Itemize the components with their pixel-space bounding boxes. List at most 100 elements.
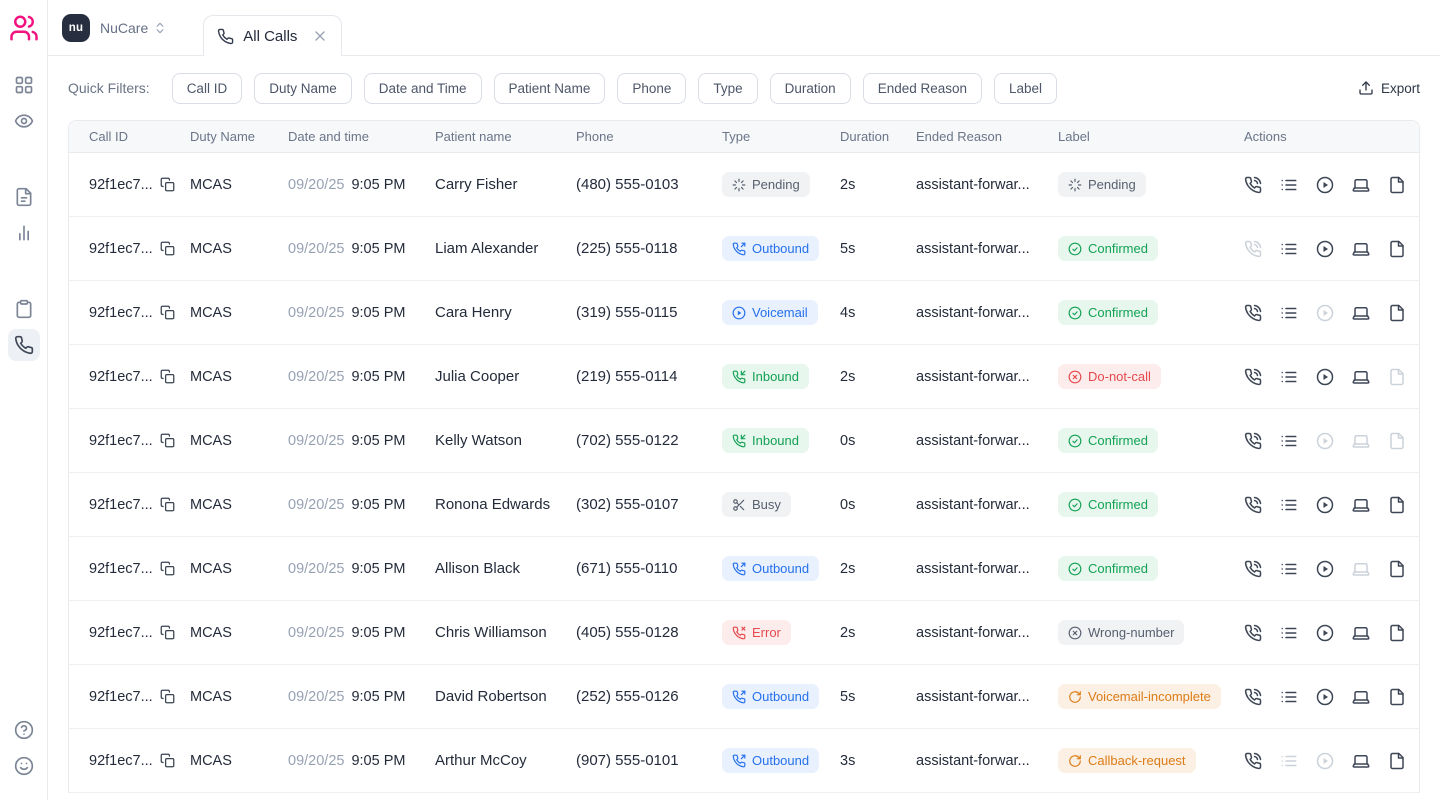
date-value: 09/20/25 <box>288 177 344 193</box>
filter-chip-date-and-time[interactable]: Date and Time <box>364 73 482 104</box>
laptop-action-icon[interactable] <box>1352 624 1370 642</box>
list-action-icon[interactable] <box>1280 176 1298 194</box>
list-action-icon[interactable] <box>1280 688 1298 706</box>
column-header-duration: Duration <box>840 129 916 144</box>
list-action-icon[interactable] <box>1280 432 1298 450</box>
app-logo-icon[interactable] <box>9 13 39 43</box>
file-action-icon[interactable] <box>1388 752 1406 770</box>
upload-icon <box>1358 80 1374 96</box>
file-action-icon[interactable] <box>1388 624 1406 642</box>
sidebar-item-clipboard[interactable] <box>8 293 40 325</box>
filter-chip-phone[interactable]: Phone <box>617 73 686 104</box>
copy-icon[interactable] <box>160 689 175 704</box>
sidebar-item-bar-chart[interactable] <box>8 217 40 249</box>
phone-call-action-icon[interactable] <box>1244 496 1262 514</box>
copy-icon[interactable] <box>160 369 175 384</box>
play-circle-action-icon[interactable] <box>1316 624 1334 642</box>
sidebar-item-file-text[interactable] <box>8 181 40 213</box>
filter-chip-ended-reason[interactable]: Ended Reason <box>863 73 982 104</box>
list-action-icon[interactable] <box>1280 624 1298 642</box>
play-circle-action-icon[interactable] <box>1316 176 1334 194</box>
file-action-icon[interactable] <box>1388 496 1406 514</box>
phone-value: (671) 555-0110 <box>576 560 722 577</box>
list-action-icon[interactable] <box>1280 496 1298 514</box>
laptop-action-icon[interactable] <box>1352 752 1370 770</box>
duty-name-value: MCAS <box>190 305 288 321</box>
ended-reason-value: assistant-forwar... <box>916 625 1058 641</box>
type-badge-outbound: Outbound <box>722 236 819 261</box>
sidebar-item-layout-grid[interactable] <box>8 69 40 101</box>
check-circle-icon <box>1068 242 1082 256</box>
filter-chip-call-id[interactable]: Call ID <box>172 73 243 104</box>
phone-value: (907) 555-0101 <box>576 752 722 769</box>
layout-grid-icon <box>14 75 34 95</box>
copy-icon[interactable] <box>160 433 175 448</box>
file-action-icon[interactable] <box>1388 304 1406 322</box>
filter-chip-duration[interactable]: Duration <box>770 73 851 104</box>
phone-call-action-icon[interactable] <box>1244 176 1262 194</box>
workspace-switcher[interactable]: nu NuCare <box>62 14 167 42</box>
copy-icon[interactable] <box>160 177 175 192</box>
label-badge-pending: Pending <box>1058 172 1146 197</box>
filter-chip-patient-name[interactable]: Patient Name <box>494 73 606 104</box>
copy-icon[interactable] <box>160 305 175 320</box>
phone-call-action-icon[interactable] <box>1244 752 1262 770</box>
laptop-action-icon <box>1352 560 1370 578</box>
patient-name-value: David Robertson <box>435 688 576 705</box>
copy-icon[interactable] <box>160 625 175 640</box>
filter-chip-duty-name[interactable]: Duty Name <box>254 73 352 104</box>
phone-call-action-icon[interactable] <box>1244 304 1262 322</box>
filter-chip-label[interactable]: Label <box>994 73 1057 104</box>
copy-icon[interactable] <box>160 753 175 768</box>
list-action-icon[interactable] <box>1280 304 1298 322</box>
date-value: 09/20/25 <box>288 497 344 513</box>
phone-call-action-icon[interactable] <box>1244 624 1262 642</box>
file-action-icon[interactable] <box>1388 240 1406 258</box>
play-circle-action-icon[interactable] <box>1316 688 1334 706</box>
file-action-icon[interactable] <box>1388 560 1406 578</box>
list-action-icon[interactable] <box>1280 240 1298 258</box>
chevrons-up-down-icon <box>153 21 167 35</box>
export-button[interactable]: Export <box>1358 80 1420 96</box>
copy-icon[interactable] <box>160 561 175 576</box>
play-circle-action-icon[interactable] <box>1316 240 1334 258</box>
file-action-icon[interactable] <box>1388 176 1406 194</box>
quick-filters-label: Quick Filters: <box>68 80 150 96</box>
sidebar-item-phone[interactable] <box>8 329 40 361</box>
list-action-icon[interactable] <box>1280 560 1298 578</box>
sidebar-item-smile[interactable] <box>8 750 40 782</box>
row-actions <box>1244 496 1419 514</box>
phone-call-action-icon[interactable] <box>1244 560 1262 578</box>
copy-icon[interactable] <box>160 497 175 512</box>
patient-name-value: Cara Henry <box>435 304 576 321</box>
sidebar-item-help-circle[interactable] <box>8 714 40 746</box>
tab-all-calls[interactable]: All Calls <box>203 15 342 56</box>
duty-name-value: MCAS <box>190 433 288 449</box>
phone-call-action-icon[interactable] <box>1244 368 1262 386</box>
file-action-icon[interactable] <box>1388 688 1406 706</box>
laptop-action-icon[interactable] <box>1352 688 1370 706</box>
phone-value: (480) 555-0103 <box>576 176 722 193</box>
sidebar-item-eye[interactable] <box>8 105 40 137</box>
laptop-action-icon[interactable] <box>1352 240 1370 258</box>
call-id-value: 92f1ec7... <box>89 689 153 705</box>
phone-x-icon <box>732 626 746 640</box>
list-action-icon[interactable] <box>1280 368 1298 386</box>
bar-chart-icon <box>14 223 34 243</box>
laptop-action-icon[interactable] <box>1352 304 1370 322</box>
laptop-action-icon[interactable] <box>1352 176 1370 194</box>
copy-icon[interactable] <box>160 241 175 256</box>
laptop-action-icon[interactable] <box>1352 368 1370 386</box>
close-icon[interactable] <box>312 28 328 44</box>
phone-call-action-icon[interactable] <box>1244 688 1262 706</box>
laptop-action-icon[interactable] <box>1352 496 1370 514</box>
phone-value: (252) 555-0126 <box>576 688 722 705</box>
play-circle-action-icon[interactable] <box>1316 496 1334 514</box>
duty-name-value: MCAS <box>190 561 288 577</box>
phone-call-action-icon[interactable] <box>1244 432 1262 450</box>
play-circle-action-icon[interactable] <box>1316 368 1334 386</box>
play-circle-action-icon[interactable] <box>1316 560 1334 578</box>
column-header-phone: Phone <box>576 129 722 144</box>
filter-chip-type[interactable]: Type <box>698 73 757 104</box>
scissors-icon <box>732 498 746 512</box>
